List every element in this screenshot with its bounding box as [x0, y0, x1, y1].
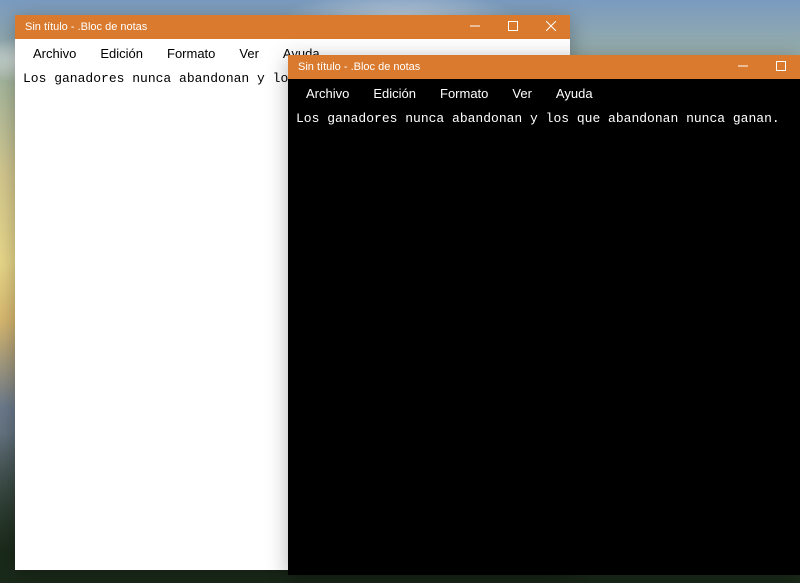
text-area[interactable]: Los ganadores nunca abandonan y los que …: [288, 107, 800, 575]
menubar: Archivo Edición Formato Ver Ayuda: [288, 79, 800, 107]
minimize-icon: [470, 21, 480, 34]
notepad-window-dark[interactable]: Sin título - .Bloc de notas Archivo Edic…: [288, 55, 800, 575]
menu-ayuda[interactable]: Ayuda: [544, 82, 605, 105]
menu-edicion[interactable]: Edición: [361, 82, 428, 105]
close-icon: [546, 21, 556, 34]
maximize-icon: [776, 61, 786, 74]
titlebar[interactable]: Sin título - .Bloc de notas: [15, 15, 570, 39]
menu-ver[interactable]: Ver: [227, 42, 271, 65]
window-title: Sin título - .Bloc de notas: [298, 61, 724, 73]
menu-archivo[interactable]: Archivo: [21, 42, 88, 65]
menu-archivo[interactable]: Archivo: [294, 82, 361, 105]
window-controls: [456, 15, 570, 39]
menu-ver[interactable]: Ver: [500, 82, 544, 105]
window-controls: [724, 55, 800, 79]
maximize-button[interactable]: [762, 55, 800, 79]
menu-edicion[interactable]: Edición: [88, 42, 155, 65]
menu-formato[interactable]: Formato: [428, 82, 500, 105]
maximize-button[interactable]: [494, 15, 532, 39]
close-button[interactable]: [532, 15, 570, 39]
maximize-icon: [508, 21, 518, 34]
minimize-button[interactable]: [456, 15, 494, 39]
minimize-icon: [738, 61, 748, 74]
menu-formato[interactable]: Formato: [155, 42, 227, 65]
minimize-button[interactable]: [724, 55, 762, 79]
window-title: Sin título - .Bloc de notas: [25, 21, 456, 33]
titlebar[interactable]: Sin título - .Bloc de notas: [288, 55, 800, 79]
